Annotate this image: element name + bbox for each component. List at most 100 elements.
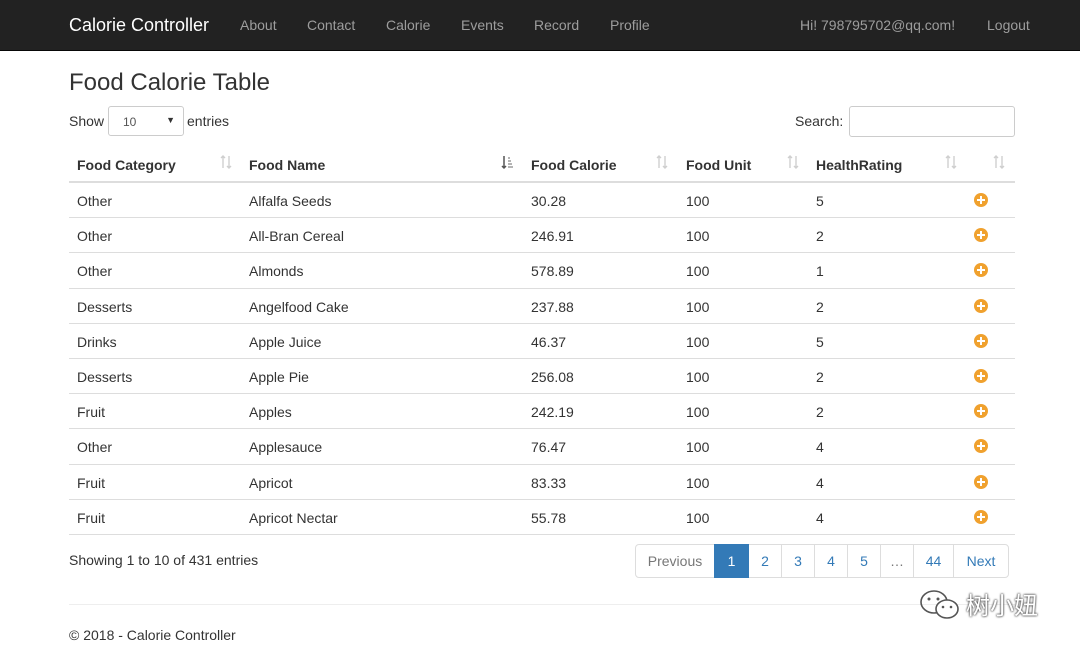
- cell-food-name: Almonds: [249, 263, 304, 280]
- cell-food-unit: 100: [686, 228, 710, 245]
- cell-food-category: Other: [77, 263, 113, 280]
- sort-both-icon[interactable]: [993, 154, 1005, 170]
- plus-circle-icon[interactable]: [974, 228, 988, 243]
- cell-food-unit: 100: [686, 333, 710, 350]
- cell-health-rating: 4: [816, 439, 824, 456]
- sort-both-icon[interactable]: [787, 154, 799, 170]
- cell-food-calorie: 76.47: [531, 439, 567, 456]
- pagination-page-2[interactable]: 2: [748, 544, 782, 578]
- search-input[interactable]: [849, 106, 1015, 137]
- nav-logout[interactable]: Logout: [987, 16, 1030, 34]
- pagination-page-5[interactable]: 5: [847, 544, 881, 578]
- cell-food-category: Fruit: [77, 474, 105, 491]
- plus-circle-icon[interactable]: [974, 474, 988, 489]
- table-info: Showing 1 to 10 of 431 entries: [69, 552, 259, 568]
- cell-food-calorie: 578.89: [531, 263, 574, 280]
- cell-health-rating: 2: [816, 368, 824, 385]
- nav-about[interactable]: About: [240, 16, 277, 34]
- cell-health-rating: 2: [816, 298, 824, 315]
- table-row: Drinks Apple Juice 46.37 100 5: [69, 324, 1015, 359]
- cell-food-name: Alfalfa Seeds: [249, 193, 332, 209]
- cell-food-unit: 100: [686, 439, 710, 456]
- entries-per-page-select[interactable]: 10 ▼: [108, 106, 184, 136]
- cell-food-unit: 100: [686, 474, 710, 491]
- cell-health-rating: 1: [816, 263, 824, 280]
- plus-circle-icon[interactable]: [974, 509, 988, 524]
- cell-health-rating: 5: [816, 333, 824, 350]
- pagination-page-4[interactable]: 4: [814, 544, 848, 578]
- nav-events[interactable]: Events: [461, 16, 504, 34]
- cell-food-calorie: 237.88: [531, 298, 574, 315]
- search-label: Search:: [795, 113, 844, 129]
- wechat-logo-icon: [920, 590, 959, 619]
- cell-food-calorie: 30.28: [531, 193, 567, 209]
- cell-food-category: Desserts: [77, 298, 133, 315]
- cell-health-rating: 2: [816, 228, 824, 245]
- cell-food-name: Apple Juice: [249, 333, 322, 350]
- pagination-page-44[interactable]: 44: [913, 544, 954, 578]
- header-food-unit[interactable]: Food Unit: [686, 156, 751, 174]
- pagination-page-1[interactable]: 1: [714, 544, 749, 578]
- brand-link[interactable]: Calorie Controller: [69, 14, 209, 36]
- watermark: 树小妞: [918, 586, 1058, 626]
- table-row: Other All-Bran Cereal 246.91 100 2: [69, 218, 1015, 254]
- cell-food-calorie: 55.78: [531, 509, 567, 526]
- pagination-previous[interactable]: Previous: [635, 544, 715, 578]
- nav-user-greeting[interactable]: Hi! 798795702@qq.com!: [800, 16, 955, 34]
- footer-copyright: © 2018 - Calorie Controller: [69, 627, 236, 643]
- table-row: Other Alfalfa Seeds 30.28 100 5: [69, 183, 1015, 219]
- table-header: Food Category Food Name Food Calorie Foo…: [69, 146, 1015, 183]
- sort-both-icon[interactable]: [945, 154, 957, 170]
- cell-food-name: Angelfood Cake: [249, 298, 349, 315]
- nav-record[interactable]: Record: [534, 16, 579, 34]
- sort-ascending-icon[interactable]: [501, 154, 513, 170]
- plus-circle-icon[interactable]: [974, 404, 988, 419]
- cell-food-category: Drinks: [77, 333, 117, 350]
- entries-label: entries: [187, 113, 230, 129]
- sort-both-icon[interactable]: [656, 154, 668, 170]
- plus-circle-icon[interactable]: [974, 298, 988, 313]
- watermark-text: 树小妞: [966, 592, 1038, 620]
- cell-food-category: Fruit: [77, 509, 105, 526]
- table-row: Desserts Angelfood Cake 237.88 100 2: [69, 289, 1015, 324]
- cell-food-name: Apricot: [249, 474, 293, 491]
- cell-food-unit: 100: [686, 193, 710, 209]
- plus-circle-icon[interactable]: [974, 193, 988, 207]
- top-navbar: Calorie Controller About Contact Calorie…: [0, 0, 1080, 51]
- plus-circle-icon[interactable]: [974, 368, 988, 383]
- sort-both-icon[interactable]: [220, 154, 232, 170]
- header-food-category[interactable]: Food Category: [77, 156, 176, 174]
- table-row: Fruit Apricot Nectar 55.78 100 4: [69, 500, 1015, 535]
- header-health-rating[interactable]: HealthRating: [816, 156, 902, 174]
- cell-food-name: Apricot Nectar: [249, 509, 338, 526]
- pagination-next[interactable]: Next: [953, 544, 1009, 578]
- pagination-ellipsis: …: [880, 544, 914, 578]
- table-row: Other Almonds 578.89 100 1: [69, 253, 1015, 289]
- cell-food-unit: 100: [686, 404, 710, 421]
- plus-circle-icon[interactable]: [974, 333, 988, 348]
- cell-food-unit: 100: [686, 368, 710, 385]
- plus-circle-icon[interactable]: [974, 439, 988, 454]
- cell-food-calorie: 46.37: [531, 333, 567, 350]
- cell-food-category: Other: [77, 193, 113, 209]
- cell-food-calorie: 256.08: [531, 368, 574, 385]
- nav-calorie[interactable]: Calorie: [386, 16, 430, 34]
- pagination-page-3[interactable]: 3: [781, 544, 815, 578]
- plus-circle-icon[interactable]: [974, 263, 988, 278]
- cell-food-unit: 100: [686, 298, 710, 315]
- nav-contact[interactable]: Contact: [307, 16, 355, 34]
- chevron-down-icon: ▼: [166, 115, 175, 125]
- table-row: Fruit Apricot 83.33 100 4: [69, 465, 1015, 500]
- entries-per-page-value: 10: [123, 115, 137, 129]
- header-food-calorie[interactable]: Food Calorie: [531, 156, 617, 174]
- food-calorie-table: Food Category Food Name Food Calorie Foo…: [69, 146, 1015, 535]
- cell-food-name: All-Bran Cereal: [249, 228, 344, 245]
- footer-divider: [69, 604, 1015, 605]
- cell-health-rating: 4: [816, 509, 824, 526]
- cell-food-calorie: 83.33: [531, 474, 567, 491]
- nav-profile[interactable]: Profile: [610, 16, 650, 34]
- cell-food-name: Apples: [249, 404, 292, 421]
- cell-food-calorie: 246.91: [531, 228, 574, 245]
- cell-food-category: Other: [77, 439, 113, 456]
- header-food-name[interactable]: Food Name: [249, 156, 325, 174]
